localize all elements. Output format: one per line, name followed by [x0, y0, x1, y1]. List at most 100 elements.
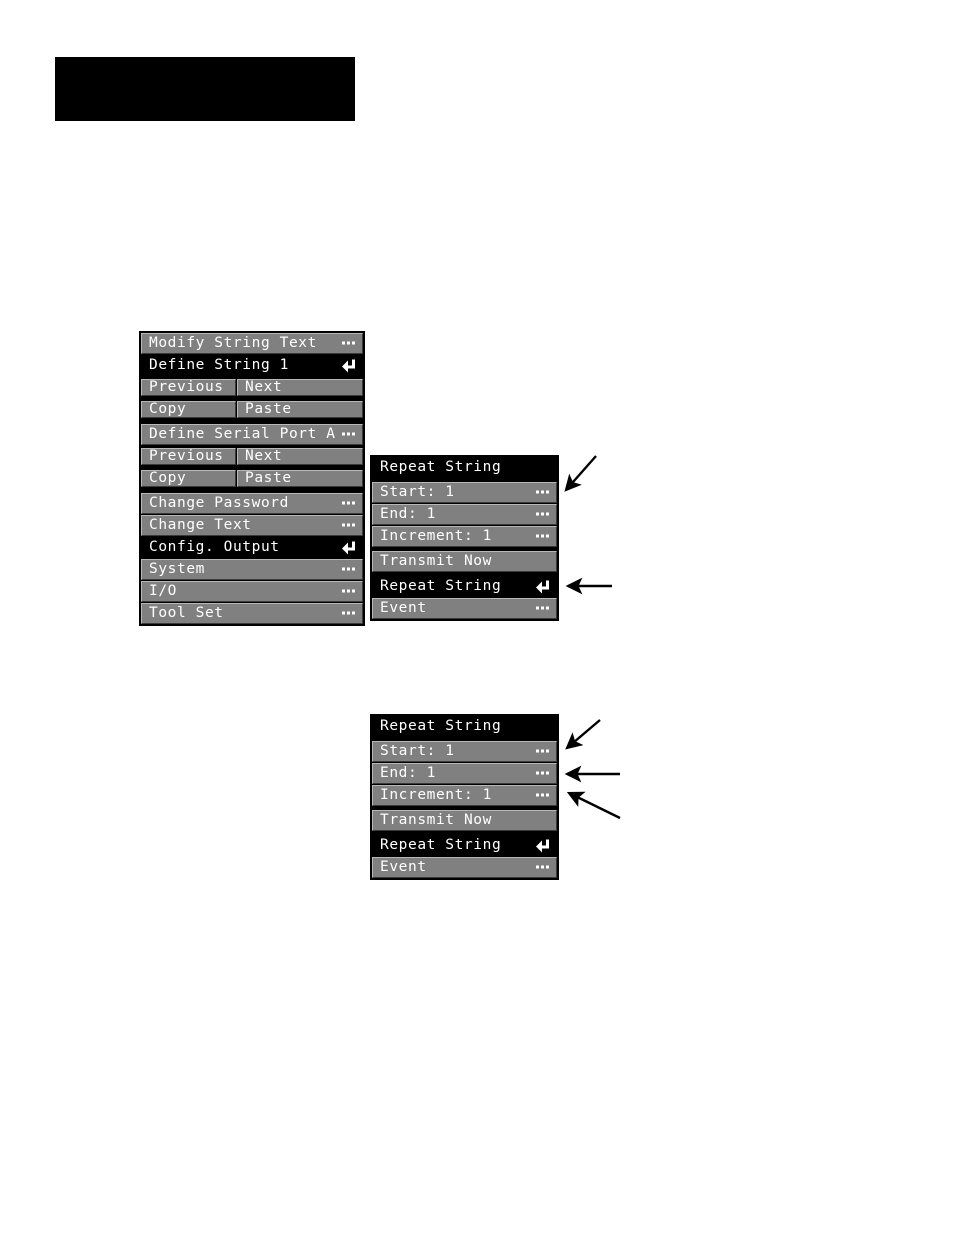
ellipsis-icon — [536, 483, 549, 502]
menu-item-end-1[interactable]: End: 1 — [372, 763, 557, 784]
menu-button-paste[interactable]: Paste — [237, 470, 363, 487]
menu-label: Copy — [149, 470, 187, 487]
transmit-group: Transmit Now — [372, 810, 557, 831]
menu-label: Increment: 1 — [380, 787, 492, 804]
serial-port-group: Define Serial Port A Previous Next Copy Past… — [141, 424, 363, 489]
ellipsis-icon — [342, 604, 355, 623]
menu-item-system[interactable]: System — [141, 559, 363, 580]
return-icon — [536, 577, 549, 596]
ellipsis-icon — [342, 334, 355, 353]
mode-group: Repeat String Event — [372, 835, 557, 878]
arrow-to-increment-row — [566, 791, 621, 820]
menu-label: Change Password — [149, 495, 289, 512]
menu-row-split: Previous Next — [141, 446, 363, 467]
menu-button-copy[interactable]: Copy — [141, 401, 236, 418]
menu-label: Repeat String — [380, 578, 502, 595]
ellipsis-icon — [342, 494, 355, 513]
menu-item-end-1[interactable]: End: 1 — [372, 504, 557, 525]
menu-label: Transmit Now — [380, 553, 492, 570]
menu-label: Next — [245, 448, 283, 465]
string-group: Modify String Text Define String 1 Previou… — [141, 333, 363, 420]
redaction-bar — [55, 57, 355, 121]
menu-item-repeat-string[interactable]: Repeat String — [372, 576, 557, 597]
menu-label: Modify String Text — [149, 335, 317, 352]
menu-item-transmit-now[interactable]: Transmit Now — [372, 551, 557, 572]
menu-item-start-1[interactable]: Start: 1 — [372, 482, 557, 503]
menu-label: System — [149, 561, 205, 578]
parameters-group: Start: 1 End: 1 Increment: 1 — [372, 482, 557, 547]
menu-row-split: Copy Paste — [141, 399, 363, 420]
menu-item-increment-1[interactable]: Increment: 1 — [372, 526, 557, 547]
parameters-group: Start: 1 End: 1 Increment: 1 — [372, 741, 557, 806]
arrow-to-start-row — [565, 719, 601, 750]
menu-button-previous[interactable]: Previous — [141, 379, 236, 396]
menu-label: End: 1 — [380, 765, 436, 782]
title-group: Repeat String — [372, 457, 557, 478]
menu-item-config-output[interactable]: Config. Output — [141, 537, 363, 558]
menu-label: Start: 1 — [380, 484, 455, 501]
menu-item-increment-1[interactable]: Increment: 1 — [372, 785, 557, 806]
repeat-string-panel-bottom: Repeat String Start: 1 End: 1 Increment: 1 T… — [370, 714, 559, 880]
menu-label: Repeat String — [380, 718, 502, 735]
return-icon — [342, 538, 355, 557]
menu-label: Transmit Now — [380, 812, 492, 829]
ellipsis-icon — [342, 560, 355, 579]
menu-label: Config. Output — [149, 539, 280, 556]
menu-label: Tool Set — [149, 605, 224, 622]
ellipsis-icon — [342, 516, 355, 535]
return-icon — [536, 836, 549, 855]
main-menu-group: Change Password Change Text Config. Output… — [141, 493, 363, 624]
title-group: Repeat String — [372, 716, 557, 737]
menu-item-tool-set[interactable]: Tool Set — [141, 603, 363, 624]
ellipsis-icon — [536, 742, 549, 761]
menu-item-event[interactable]: Event — [372, 857, 557, 878]
menu-button-paste[interactable]: Paste — [237, 401, 363, 418]
menu-label: Paste — [245, 470, 292, 487]
menu-label: Repeat String — [380, 459, 502, 476]
menu-label: Next — [245, 379, 283, 396]
menu-item-repeat-string[interactable]: Repeat String — [372, 716, 557, 737]
ellipsis-icon — [536, 505, 549, 524]
menu-label: Repeat String — [380, 837, 502, 854]
menu-label: Copy — [149, 401, 187, 418]
menu-label: Previous — [149, 448, 224, 465]
menu-item-i-o[interactable]: I/O — [141, 581, 363, 602]
menu-label: I/O — [149, 583, 177, 600]
menu-button-next[interactable]: Next — [237, 448, 363, 465]
return-icon — [342, 356, 355, 375]
menu-label: End: 1 — [380, 506, 436, 523]
menu-label: Increment: 1 — [380, 528, 492, 545]
menu-item-define-string-1[interactable]: Define String 1 — [141, 355, 363, 376]
menu-button-previous[interactable]: Previous — [141, 448, 236, 465]
menu-item-modify-string-text[interactable]: Modify String Text — [141, 333, 363, 354]
menu-item-transmit-now[interactable]: Transmit Now — [372, 810, 557, 831]
configuration-menu-panel: Modify String Text Define String 1 Previou… — [139, 331, 365, 626]
menu-item-start-1[interactable]: Start: 1 — [372, 741, 557, 762]
transmit-group: Transmit Now — [372, 551, 557, 572]
menu-item-change-text[interactable]: Change Text — [141, 515, 363, 536]
menu-button-copy[interactable]: Copy — [141, 470, 236, 487]
menu-label: Event — [380, 859, 427, 876]
menu-label: Define Serial Port A — [149, 426, 336, 443]
menu-button-next[interactable]: Next — [237, 379, 363, 396]
menu-item-event[interactable]: Event — [372, 598, 557, 619]
ellipsis-icon — [536, 527, 549, 546]
ellipsis-icon — [342, 425, 355, 444]
menu-label: Previous — [149, 379, 224, 396]
arrow-to-start-row-top — [564, 455, 597, 492]
ellipsis-icon — [536, 599, 549, 618]
ellipsis-icon — [536, 764, 549, 783]
ellipsis-icon — [342, 582, 355, 601]
menu-item-define-serial-port-a[interactable]: Define Serial Port A — [141, 424, 363, 445]
menu-item-repeat-string[interactable]: Repeat String — [372, 835, 557, 856]
menu-label: Start: 1 — [380, 743, 455, 760]
mode-group: Repeat String Event — [372, 576, 557, 619]
repeat-string-panel-top: Repeat String Start: 1 End: 1 Increment: 1 T… — [370, 455, 559, 621]
menu-item-change-password[interactable]: Change Password — [141, 493, 363, 514]
ellipsis-icon — [536, 858, 549, 877]
menu-item-repeat-string[interactable]: Repeat String — [372, 457, 557, 478]
menu-label: Event — [380, 600, 427, 617]
ellipsis-icon — [536, 786, 549, 805]
menu-row-split: Previous Next — [141, 377, 363, 398]
menu-row-split: Copy Paste — [141, 468, 363, 489]
